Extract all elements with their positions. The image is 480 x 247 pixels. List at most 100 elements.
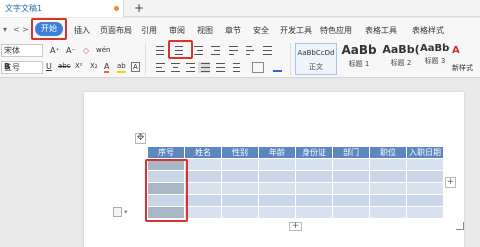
add-row-button[interactable]: + <box>289 222 302 231</box>
font-name-select[interactable]: 宋体 <box>1 44 43 57</box>
tab-developer[interactable]: 开发工具 <box>280 25 312 36</box>
header-cell-seq[interactable]: 序号 <box>147 146 185 159</box>
subscript-button[interactable]: X₂ <box>90 62 98 70</box>
forward-icon[interactable]: > <box>22 25 29 34</box>
header-cell-id[interactable]: 身份证 <box>295 146 333 159</box>
distributed-icon[interactable] <box>213 62 225 73</box>
page-side-icon[interactable] <box>113 207 122 217</box>
table-cell[interactable] <box>369 182 407 195</box>
clear-format-button[interactable]: ◇ <box>83 46 89 55</box>
tab-security[interactable]: 安全 <box>253 25 269 36</box>
tab-features[interactable]: 特色应用 <box>320 25 352 36</box>
tab-table-tools[interactable]: 表格工具 <box>365 25 397 36</box>
table-cell[interactable] <box>369 194 407 207</box>
table-cell[interactable] <box>369 206 407 219</box>
decrease-indent-icon[interactable] <box>191 45 203 56</box>
show-marks-icon[interactable] <box>260 45 272 56</box>
align-right-icon[interactable] <box>183 62 195 73</box>
add-column-button[interactable]: + <box>445 177 456 188</box>
tab-view[interactable]: 视图 <box>197 25 213 36</box>
table-cell[interactable] <box>221 170 259 183</box>
table-cell[interactable] <box>332 170 370 183</box>
underline-button[interactable]: U <box>46 62 52 71</box>
table-cell[interactable] <box>184 158 222 171</box>
table-cell[interactable] <box>258 194 296 207</box>
menu-dropdown-icon[interactable]: ▾ <box>3 25 7 34</box>
table-resize-handle-icon[interactable] <box>456 222 464 230</box>
tab-references[interactable]: 引用 <box>141 25 157 36</box>
table-cell[interactable] <box>406 158 444 171</box>
table-cell[interactable] <box>258 158 296 171</box>
header-cell-dept[interactable]: 部门 <box>332 146 370 159</box>
table-cell[interactable] <box>184 182 222 195</box>
style-heading-1[interactable]: AaBb 标题 1 <box>338 43 380 75</box>
table-cell[interactable] <box>295 170 333 183</box>
table-cell[interactable] <box>221 158 259 171</box>
change-case-button[interactable]: wén <box>96 46 110 54</box>
table-cell[interactable] <box>406 194 444 207</box>
bullet-list-icon[interactable] <box>153 45 165 56</box>
table-cell[interactable] <box>147 158 185 171</box>
back-icon[interactable]: < <box>13 25 20 34</box>
align-left-icon[interactable] <box>153 62 165 73</box>
shrink-font-button[interactable]: A⁻ <box>66 46 76 55</box>
table-cell[interactable] <box>147 182 185 195</box>
header-cell-hire-date[interactable]: 入职日期 <box>406 146 444 159</box>
table-cell[interactable] <box>147 206 185 219</box>
header-cell-gender[interactable]: 性别 <box>221 146 259 159</box>
char-border-button[interactable]: A <box>131 62 140 72</box>
table-cell[interactable] <box>295 158 333 171</box>
document-tab[interactable]: 文字文稿1 <box>0 0 124 17</box>
sort-icon[interactable] <box>243 45 255 56</box>
borders-icon[interactable] <box>252 62 264 73</box>
table-cell[interactable] <box>369 170 407 183</box>
side-caret-icon[interactable]: ▾ <box>124 208 128 216</box>
grow-font-button[interactable]: A⁺ <box>50 46 60 55</box>
tab-chapter[interactable]: 章节 <box>225 25 241 36</box>
table-cell[interactable] <box>406 170 444 183</box>
table-cell[interactable] <box>147 170 185 183</box>
header-cell-name[interactable]: 姓名 <box>184 146 222 159</box>
table-cell[interactable] <box>221 194 259 207</box>
table-cell[interactable] <box>184 170 222 183</box>
table-cell[interactable] <box>258 170 296 183</box>
table-cell[interactable] <box>258 206 296 219</box>
table-cell[interactable] <box>332 194 370 207</box>
new-style-icon[interactable]: A <box>452 45 460 56</box>
increase-indent-icon[interactable] <box>208 45 220 56</box>
new-style-label[interactable]: 新样式 <box>452 63 473 73</box>
table-cell[interactable] <box>184 206 222 219</box>
tab-review[interactable]: 审阅 <box>169 25 185 36</box>
table-cell[interactable] <box>406 206 444 219</box>
shading-icon[interactable] <box>270 62 282 73</box>
table-cell[interactable] <box>295 194 333 207</box>
style-normal[interactable]: AaBbCcDd 正文 <box>295 43 337 75</box>
table-cell[interactable] <box>332 206 370 219</box>
table-cell[interactable] <box>369 158 407 171</box>
style-heading-3[interactable]: AaBbC 标题 3 <box>420 43 450 75</box>
tab-insert[interactable]: 插入 <box>74 25 90 36</box>
new-tab-button[interactable]: + <box>134 1 144 15</box>
font-color-button[interactable]: A <box>104 62 110 73</box>
header-cell-age[interactable]: 年龄 <box>258 146 296 159</box>
table-cell[interactable] <box>332 158 370 171</box>
tab-page-layout[interactable]: 页面布局 <box>100 25 132 36</box>
strikethrough-button[interactable]: abc <box>58 62 71 70</box>
chinese-layout-icon[interactable] <box>226 45 238 56</box>
superscript-button[interactable]: X² <box>75 62 83 70</box>
table-cell[interactable] <box>147 194 185 207</box>
tab-table-style[interactable]: 表格样式 <box>412 25 444 36</box>
table-cell[interactable] <box>332 182 370 195</box>
style-heading-2[interactable]: AaBb( 标题 2 <box>380 43 422 75</box>
justify-icon[interactable] <box>198 62 210 73</box>
table-cell[interactable] <box>258 182 296 195</box>
table-cell[interactable] <box>295 182 333 195</box>
table-cell[interactable] <box>295 206 333 219</box>
table-cell[interactable] <box>221 182 259 195</box>
align-center-icon[interactable] <box>168 62 180 73</box>
bold-button[interactable]: B <box>4 62 10 71</box>
table-move-handle-icon[interactable]: ✥ <box>135 133 146 144</box>
header-cell-position[interactable]: 职位 <box>369 146 407 159</box>
table-cell[interactable] <box>221 206 259 219</box>
table-cell[interactable] <box>184 194 222 207</box>
